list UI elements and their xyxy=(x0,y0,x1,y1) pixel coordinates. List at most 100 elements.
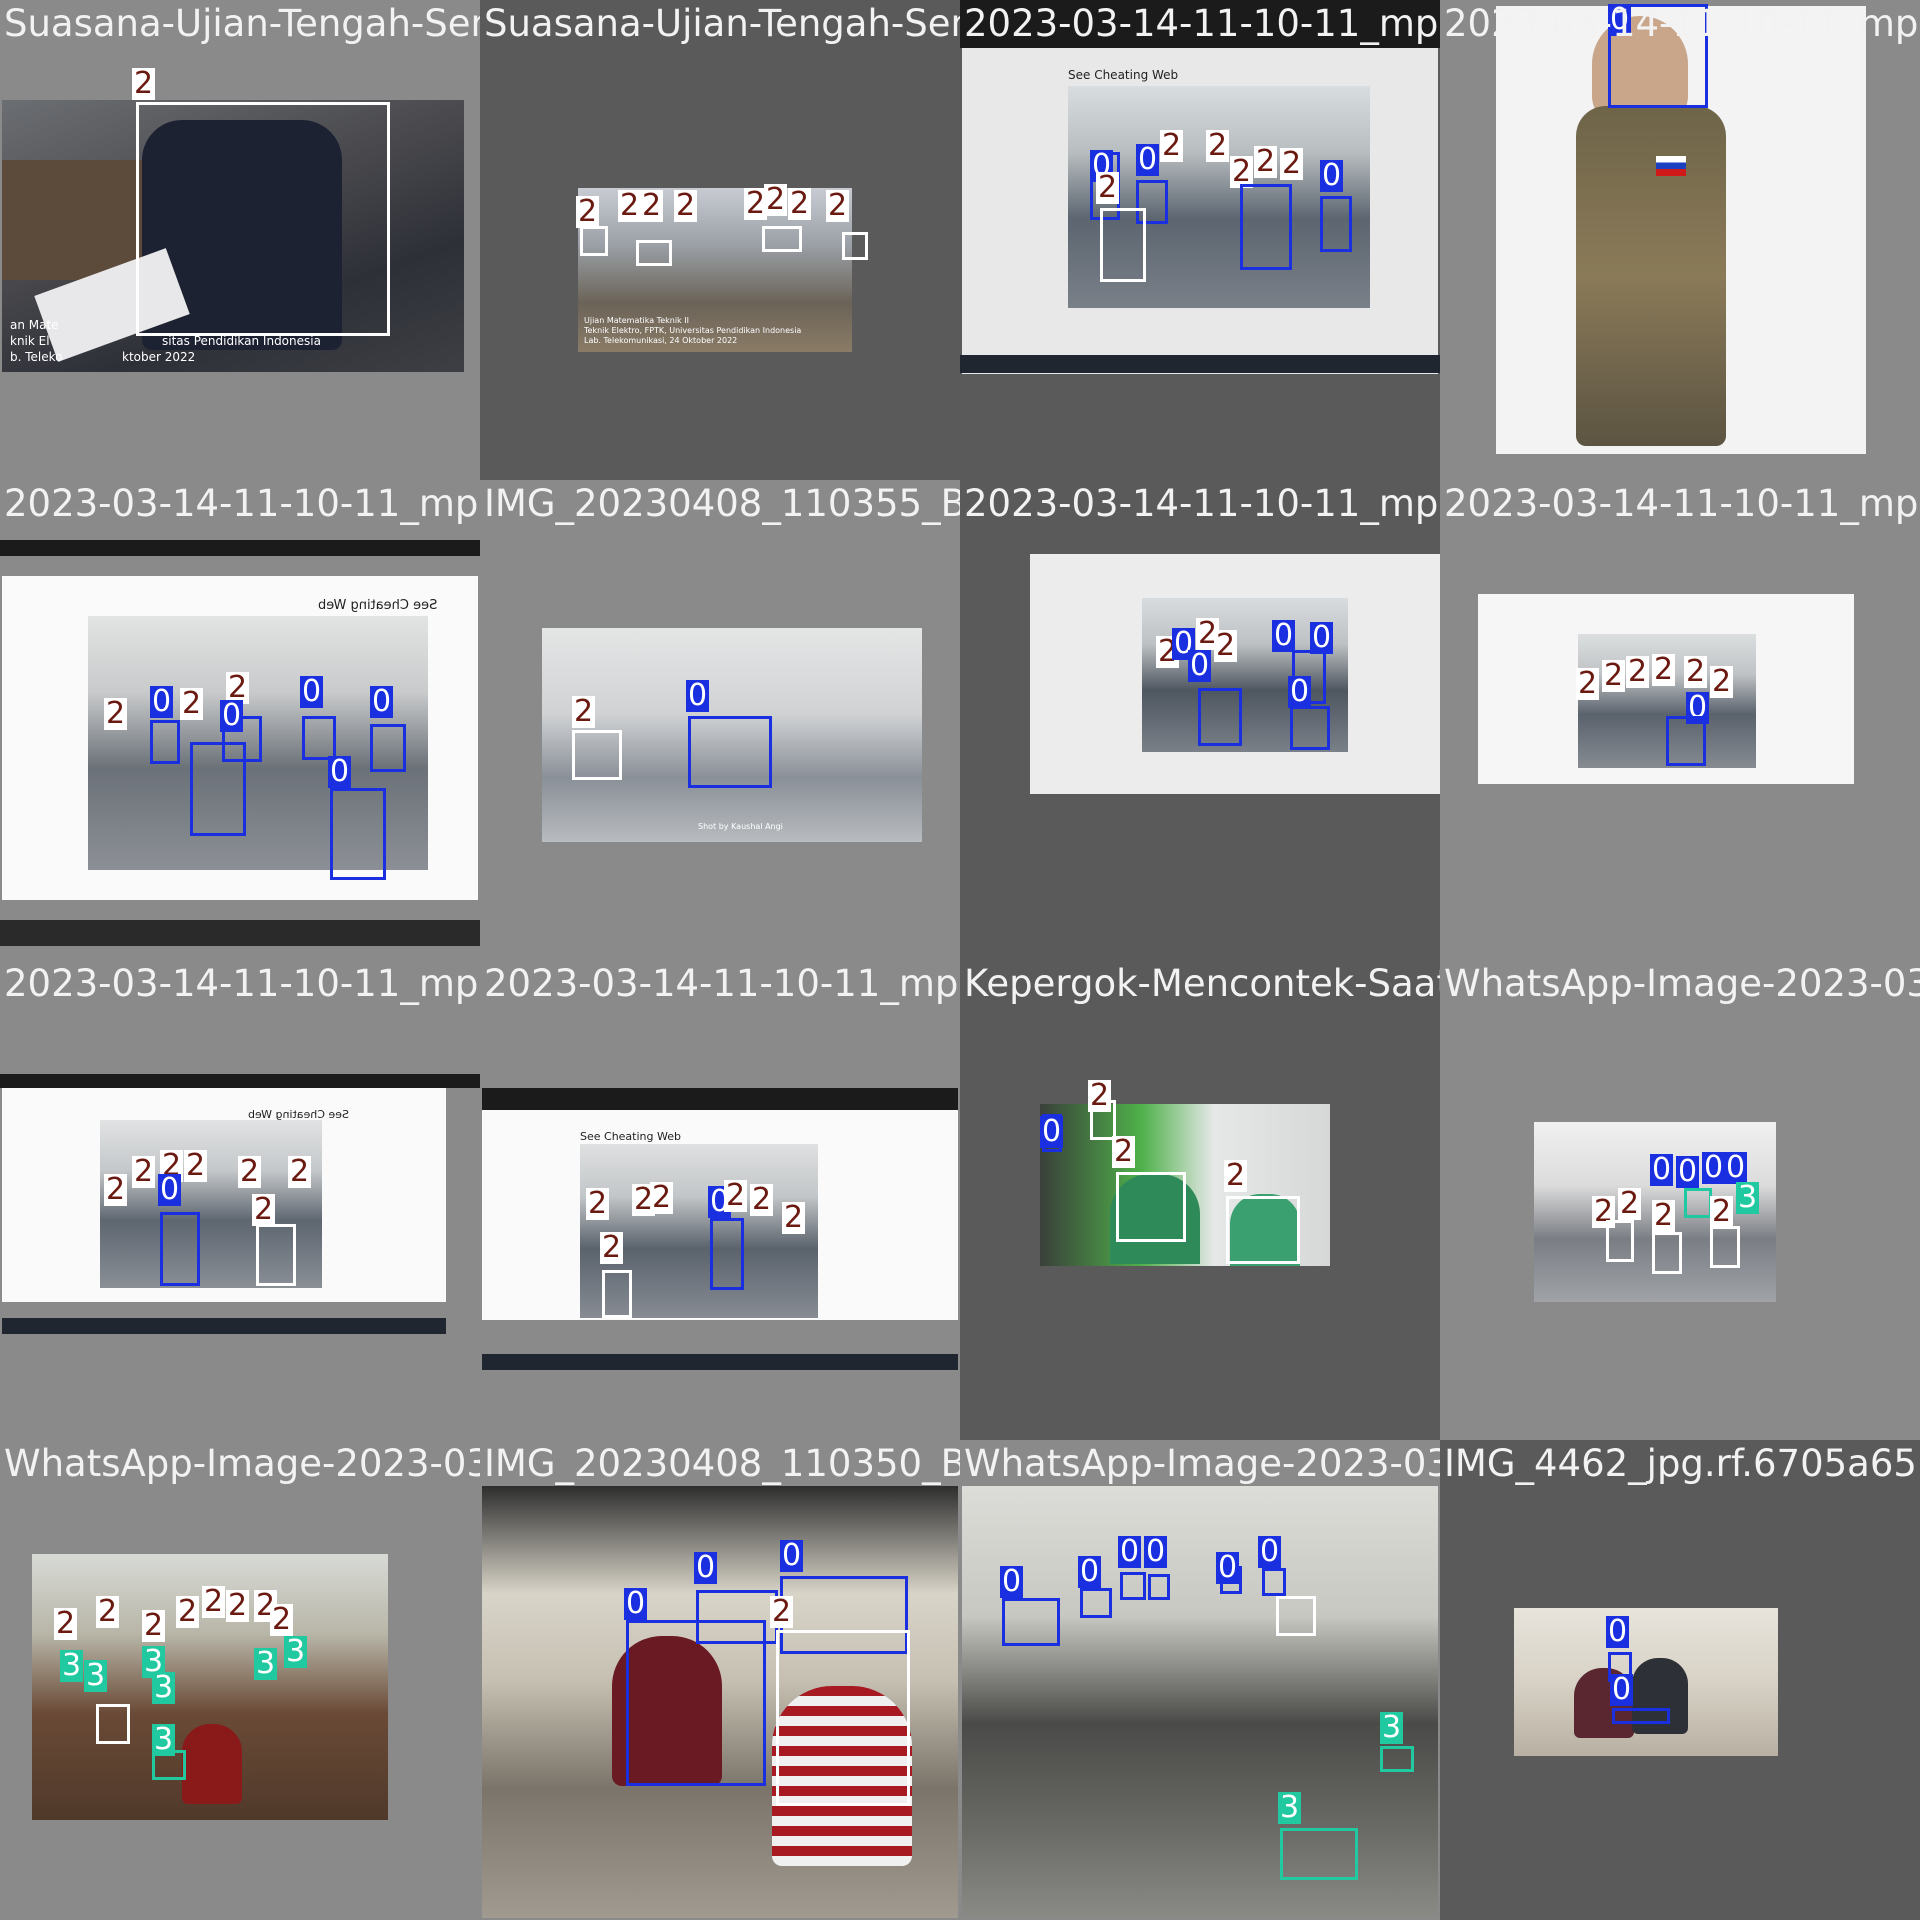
class-label: 3 xyxy=(84,1658,108,1693)
class-label: 0 xyxy=(1272,618,1296,653)
tile-title: 2023-03-14-11-10-11_mp4-280_jpg.rf.5c el… xyxy=(1444,2,1920,45)
bbox-class-0 xyxy=(696,1590,778,1644)
class-label: 2 xyxy=(176,1594,200,1629)
class-label: 2 xyxy=(1626,654,1650,689)
class-label: 2 xyxy=(142,1608,166,1643)
class-label: 3 xyxy=(60,1648,84,1683)
class-label: 0 xyxy=(1078,1554,1102,1589)
class-label: 0 xyxy=(1310,620,1334,655)
bbox-class-3 xyxy=(152,1750,186,1780)
class-label: 2 xyxy=(1652,652,1676,687)
class-label: 2 xyxy=(600,1230,624,1265)
bbox-class-0 xyxy=(1148,1574,1170,1600)
class-label: 2 xyxy=(1710,664,1734,699)
caption-text: knik El xyxy=(10,334,50,348)
tile: 2023-03-14-11-10-11_mp4-280_jpg.rf.5c el… xyxy=(1440,0,1920,480)
class-label: 0 xyxy=(1610,1672,1634,1707)
tile: 2023-03-14-11-10-11_mp4-263_jpg.rf.49e S… xyxy=(0,480,480,960)
page-header-text: See Cheating Web xyxy=(580,1130,681,1143)
class-label: 2 xyxy=(770,1594,794,1629)
bbox-class-0 xyxy=(1198,688,1242,746)
tile-title: 2023-03-14-11-10-11_mp4-280_jpg.rf.5c xyxy=(964,2,1440,45)
bbox-class-0 xyxy=(710,1218,744,1290)
caption-text: Lab. Telekomunikasi, 24 Oktober 2022 xyxy=(584,336,738,345)
bbox-class-3 xyxy=(1684,1188,1712,1218)
bbox-class-3 xyxy=(1280,1828,1358,1880)
class-label: 0 xyxy=(1188,648,1212,683)
class-label: 3 xyxy=(1278,1790,1302,1825)
class-label: 2 xyxy=(764,182,788,217)
class-label: 0 xyxy=(1320,158,1344,193)
tile: 2023-03-14-11-10-11_mp4-8 2 2 2 2 2 2 0 xyxy=(1440,480,1920,960)
class-label: 2 xyxy=(674,188,698,223)
tile: IMG_20230408_110350_BURST009_jpg.rf.6a26… xyxy=(480,1440,960,1920)
bbox-class-2 xyxy=(1116,1172,1186,1242)
bbox-class-2 xyxy=(762,226,802,252)
class-label: 0 xyxy=(686,678,710,713)
tile-title: Suasana-Ujian-Tengah-Semester-Ganjil-202… xyxy=(4,2,480,45)
class-label: 0 xyxy=(220,698,244,733)
tile-title: IMG_20230408_110355_BURST017_jpg.rf.f1b4… xyxy=(484,482,960,525)
class-label: 2 xyxy=(104,1172,128,1207)
caption-text: sitas Pendidikan Indonesia xyxy=(162,334,321,348)
bbox-class-0 xyxy=(1612,1708,1670,1724)
tile-title: WhatsApp-Image-2023-03-08-at-4.56.23-PM-… xyxy=(964,1442,1440,1485)
class-label: 2 xyxy=(640,188,664,223)
tile-title: WhatsApp-Image-2023-03-0 xyxy=(1444,962,1920,1005)
caption-text: b. Teleko xyxy=(10,350,63,364)
bbox-class-0 xyxy=(1240,184,1292,270)
class-label: 2 xyxy=(618,188,642,223)
caption-text: an Mate xyxy=(10,318,59,332)
tile: IMG_4462_jpg.rf.6705a65b0 0 0 xyxy=(1440,1440,1920,1920)
class-label: 2 xyxy=(226,1588,250,1623)
tile: 2023-03-14-11-10-11_mp4-280_jpg.rf.5c Se… xyxy=(960,0,1440,480)
bbox-class-2 xyxy=(136,102,390,336)
bbox-class-2 xyxy=(602,1270,632,1318)
class-label: 2 xyxy=(724,1178,748,1213)
tile: IMG_20230408_110355_BURST017_jpg.rf.f1b4… xyxy=(480,480,960,960)
class-label: 3 xyxy=(1736,1180,1760,1215)
tile-title: 2023-03-14-11-10-11_mp4-8 xyxy=(1444,482,1920,525)
tile: WhatsApp-Image-2023-03-0 2 2 0 0 0 0 2 2… xyxy=(1440,960,1920,1440)
class-label: 2 xyxy=(586,1186,610,1221)
class-label: 0 xyxy=(328,754,352,789)
class-label: 2 xyxy=(96,1594,120,1629)
class-label: 0 xyxy=(624,1586,648,1621)
bbox-class-0 xyxy=(626,1620,766,1786)
class-label: 2 xyxy=(1710,1194,1734,1229)
class-label: 3 xyxy=(1380,1710,1404,1745)
tile-title: IMG_4462_jpg.rf.6705a65b0 xyxy=(1444,1442,1920,1485)
tile: Kepergok-Mencontek-Saat-Ujian-Anak_jpg 0… xyxy=(960,960,1440,1440)
class-label: 3 xyxy=(284,1634,308,1669)
class-label: 2 xyxy=(1206,128,1230,163)
bbox-class-2 xyxy=(1226,1196,1300,1264)
class-label: 2 xyxy=(1684,654,1708,689)
tile-title: Kepergok-Mencontek-Saat-Ujian-Anak_jpg xyxy=(964,962,1440,1005)
page-header-text: See Cheating Web xyxy=(318,598,438,613)
bbox-class-2 xyxy=(636,240,672,266)
class-label: 2 xyxy=(184,1148,208,1183)
class-label: 2 xyxy=(1618,1186,1642,1221)
class-label: 2 xyxy=(750,1182,774,1217)
class-label: 2 xyxy=(180,686,204,721)
bbox-class-2 xyxy=(1100,208,1146,282)
bbox-class-0 xyxy=(1120,1572,1146,1600)
bbox-class-3 xyxy=(1380,1746,1414,1772)
class-label: 0 xyxy=(780,1538,804,1573)
class-label: 0 xyxy=(1118,1534,1142,1569)
class-label: 2 xyxy=(576,194,600,229)
class-label: 2 xyxy=(1602,658,1626,693)
tile: WhatsApp-Image-2023-03-08-at-4.56.23-PM-… xyxy=(960,1440,1440,1920)
class-label: 0 xyxy=(694,1550,718,1585)
class-label: 0 xyxy=(1650,1152,1674,1187)
caption-text: Shot by Kaushal Angi xyxy=(698,822,783,831)
class-label: 0 xyxy=(158,1172,182,1207)
bbox-class-2 xyxy=(1276,1596,1316,1636)
class-label: 2 xyxy=(252,1192,276,1227)
class-label: 3 xyxy=(152,1670,176,1705)
class-label: 2 xyxy=(1254,144,1278,179)
class-label: 2 xyxy=(132,66,156,101)
class-label: 2 xyxy=(1280,146,1304,181)
class-label: 2 xyxy=(1224,1158,1248,1193)
class-label: 2 xyxy=(104,696,128,731)
